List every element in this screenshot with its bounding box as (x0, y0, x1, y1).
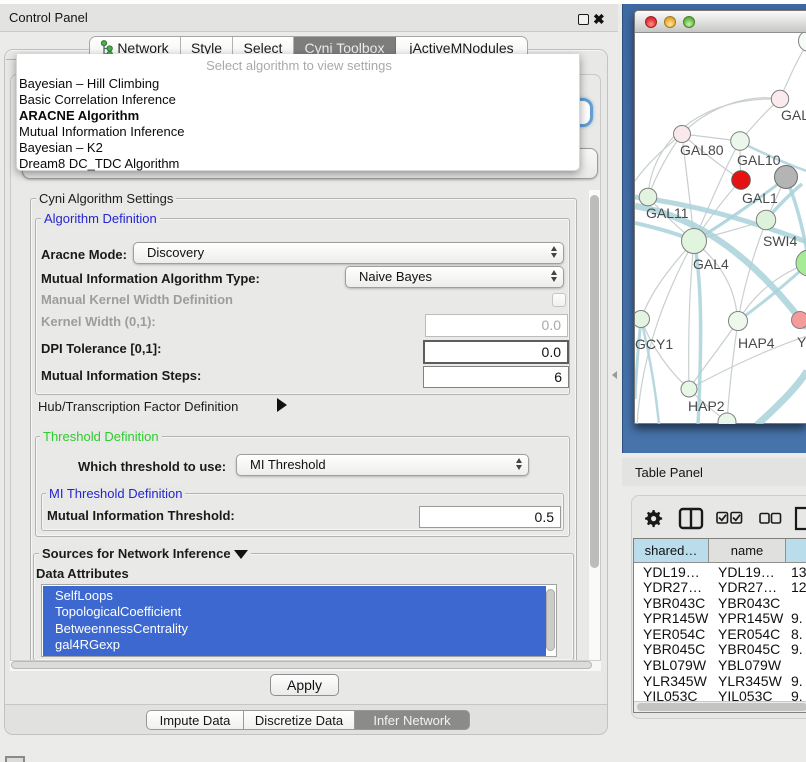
svg-text:GAL80: GAL80 (680, 142, 724, 158)
svg-text:GAL10: GAL10 (737, 152, 781, 168)
svg-text:GAL7: GAL7 (781, 107, 806, 123)
svg-text:YJ: YJ (797, 334, 806, 350)
svg-text:GCY1: GCY1 (635, 336, 673, 352)
svg-text:GAL1: GAL1 (742, 190, 778, 206)
svg-text:SWI4: SWI4 (763, 233, 797, 249)
svg-text:GAL11: GAL11 (646, 205, 689, 221)
svg-text:HAP4: HAP4 (738, 335, 775, 351)
svg-text:GAL4: GAL4 (693, 256, 729, 272)
svg-text:HAP2: HAP2 (688, 398, 725, 414)
